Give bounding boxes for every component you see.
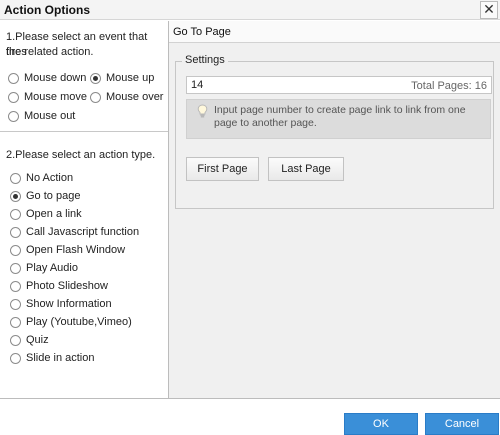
first-page-button[interactable]: First Page [186, 157, 259, 181]
event-option-mouse-down[interactable]: Mouse down [8, 71, 86, 85]
radio-button[interactable] [8, 72, 19, 84]
radio-button[interactable] [8, 91, 19, 103]
radio-button[interactable] [10, 244, 21, 256]
radio-button[interactable] [10, 280, 21, 292]
hint-text: Input page number to create page link to… [214, 104, 466, 129]
action-option-photo-slideshow[interactable]: Photo Slideshow [10, 279, 108, 293]
radio-label: Mouse over [106, 91, 164, 103]
radio-button[interactable] [10, 226, 21, 238]
radio-button[interactable] [90, 72, 101, 84]
radio-label: No Action [26, 172, 74, 184]
settings-group: Settings Total Pages: 16 Input page numb… [175, 54, 494, 209]
window-title: Action Options [4, 3, 90, 17]
action-option-slide-in-action[interactable]: Slide in action [10, 351, 95, 365]
action-option-open-flash-window[interactable]: Open Flash Window [10, 243, 125, 257]
radio-label: Play Audio [26, 262, 78, 274]
radio-label: Mouse move [24, 91, 87, 103]
radio-label: Mouse out [24, 110, 76, 122]
action-option-play-video[interactable]: Play (Youtube,Vimeo) [10, 315, 132, 329]
action-option-quiz[interactable]: Quiz [10, 333, 49, 347]
action-option-call-javascript[interactable]: Call Javascript function [10, 225, 139, 239]
total-pages-label: Total Pages: 16 [411, 80, 487, 92]
radio-label: Call Javascript function [26, 226, 140, 238]
title-bar: Action Options ✕ [0, 0, 500, 20]
left-pane: 1.Please select an event that fires the … [0, 21, 169, 398]
radio-button[interactable] [10, 208, 21, 220]
dialog-footer: OK Cancel [0, 398, 500, 435]
close-icon[interactable]: ✕ [480, 1, 498, 19]
last-page-button[interactable]: Last Page [268, 157, 344, 181]
radio-label: Mouse up [106, 72, 155, 84]
section-divider [0, 131, 168, 132]
radio-button[interactable] [10, 298, 21, 310]
lightbulb-icon [197, 104, 208, 118]
event-prompt-line2: the related action. [6, 46, 94, 58]
action-prompt: 2.Please select an action type. [6, 149, 156, 161]
radio-label: Go to page [26, 190, 81, 202]
radio-label: Photo Slideshow [26, 280, 108, 292]
radio-label: Slide in action [26, 352, 95, 364]
hint-box: Input page number to create page link to… [186, 99, 491, 139]
ok-button[interactable]: OK [344, 413, 418, 435]
radio-label: Show Information [26, 298, 112, 310]
radio-button[interactable] [8, 110, 19, 122]
action-settings-pane: Go To Page Settings Total Pages: 16 Inpu… [169, 21, 500, 398]
panel-title: Go To Page [173, 26, 231, 38]
radio-button[interactable] [10, 352, 21, 364]
radio-button[interactable] [10, 172, 21, 184]
radio-label: Open a link [26, 208, 82, 220]
event-option-mouse-out[interactable]: Mouse out [8, 109, 75, 123]
action-option-go-to-page[interactable]: Go to page [10, 189, 80, 203]
radio-button[interactable] [10, 316, 21, 328]
radio-label: Quiz [26, 334, 49, 346]
action-option-play-audio[interactable]: Play Audio [10, 261, 78, 275]
event-option-mouse-move[interactable]: Mouse move [8, 90, 87, 104]
panel-header: Go To Page [169, 21, 500, 43]
event-option-mouse-up[interactable]: Mouse up [90, 71, 154, 85]
radio-button[interactable] [90, 91, 101, 103]
action-option-open-link[interactable]: Open a link [10, 207, 82, 221]
settings-legend: Settings [182, 54, 228, 66]
radio-button[interactable] [10, 262, 21, 274]
radio-label: Play (Youtube,Vimeo) [26, 316, 132, 328]
cancel-button[interactable]: Cancel [425, 413, 499, 435]
radio-button[interactable] [10, 334, 21, 346]
radio-label: Open Flash Window [26, 244, 126, 256]
event-option-mouse-over[interactable]: Mouse over [90, 90, 163, 104]
radio-label: Mouse down [24, 72, 87, 84]
radio-button[interactable] [10, 190, 21, 202]
action-option-show-information[interactable]: Show Information [10, 297, 112, 311]
action-option-no-action[interactable]: No Action [10, 171, 73, 185]
